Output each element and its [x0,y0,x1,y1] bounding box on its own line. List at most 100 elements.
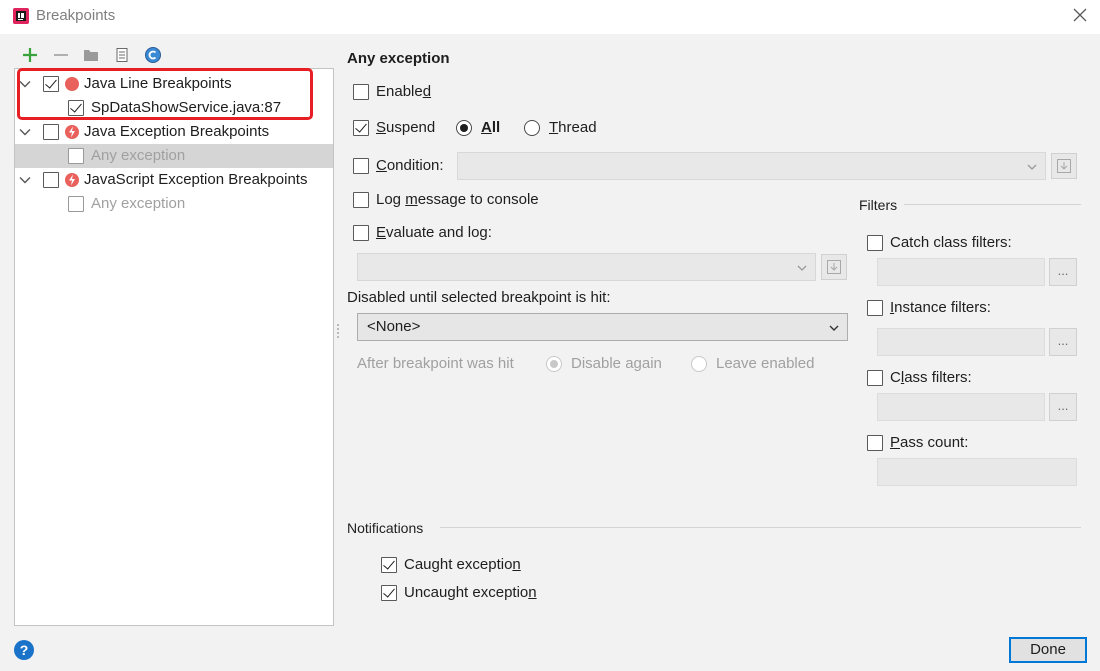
minus-icon [54,54,68,56]
group-by-folder-button[interactable] [82,46,100,64]
tree-group-label: JavaScript Exception Breakpoints [84,171,308,188]
chevron-down-icon [829,325,839,331]
tree-item-any-exception-js[interactable]: Any exception [15,192,333,216]
suspend-label: Suspend [376,119,435,136]
suspend-all-radio[interactable] [456,120,472,136]
disabled-until-select[interactable]: <None> [357,313,848,341]
condition-combo[interactable] [457,152,1046,180]
label-part: essage to console [417,191,539,208]
filters-separator [904,204,1081,205]
label-part: nstance filters: [894,299,991,316]
file-icon [116,48,128,62]
leave-enabled-label: Leave enabled [716,355,815,372]
mnemonic: d [422,83,432,100]
disable-again-radio[interactable] [546,356,562,372]
chevron-down-icon [1027,164,1037,170]
class-filters-browse-button[interactable]: ... [1049,393,1077,421]
leave-enabled-radio[interactable] [691,356,707,372]
log-message-checkbox[interactable] [353,192,369,208]
chevron-down-icon[interactable] [19,174,31,186]
evaluate-expand-button[interactable] [821,254,847,280]
mnemonic: P [890,434,901,451]
label-part: ondition: [386,157,444,174]
class-icon [145,47,161,63]
disabled-until-label: Disabled until selected breakpoint is hi… [347,289,611,306]
expand-editor-icon [1057,159,1071,173]
breakpoint-tree[interactable]: Java Line Breakpoints SpDataShowService.… [14,68,334,626]
title-bar [0,0,1100,34]
suspend-all-label: All [481,119,500,136]
mnemonic: S [376,119,387,136]
tree-item-any-exception-java[interactable]: Any exception [15,144,333,168]
label-part: Log [376,191,406,208]
javascript-exception-group-checkbox[interactable] [43,172,59,188]
exception-breakpoint-icon [65,173,79,187]
annotation-highlight-box [17,68,313,120]
help-button[interactable]: ? [14,640,34,660]
plus-icon [23,48,37,62]
folder-icon [84,50,98,61]
mnemonic: E [376,224,387,241]
suspend-thread-radio[interactable] [524,120,540,136]
evaluate-label: Evaluate and log: [376,224,492,241]
remove-breakpoint-button[interactable] [52,46,70,64]
class-filters-label: Class filters: [890,369,972,386]
chevron-down-icon[interactable] [19,126,31,138]
condition-label: Condition: [376,157,444,174]
mnemonic: n [512,556,521,573]
condition-expand-button[interactable] [1051,153,1077,179]
mnemonic: C [376,157,387,174]
tree-item-label: Any exception [91,147,186,164]
group-by-file-button[interactable] [113,46,131,64]
caught-exception-checkbox[interactable] [381,557,397,573]
mnemonic: n [528,584,537,601]
notifications-heading: Notifications [347,520,424,536]
pass-count-checkbox[interactable] [867,435,883,451]
pass-count-field[interactable] [877,458,1077,486]
disabled-until-value: <None> [367,318,421,335]
label-part: ass count: [900,434,969,451]
after-hit-label: After breakpoint was hit [357,355,514,372]
chevron-down-icon [797,265,807,271]
label-part: Uncaught exceptio [404,584,529,601]
group-by-class-button[interactable] [144,46,162,64]
pass-count-label: Pass count: [890,434,968,451]
details-heading: Any exception [347,50,450,67]
condition-checkbox[interactable] [353,158,369,174]
label-part: C [890,369,901,386]
catch-class-filters-label: Catch class filters: [890,234,1012,251]
enabled-checkbox[interactable] [353,84,369,100]
class-filters-field[interactable] [877,393,1045,421]
instance-filters-browse-button[interactable]: ... [1049,328,1077,356]
uncaught-exception-label: Uncaught exception [404,584,537,601]
done-button[interactable]: Done [1009,637,1087,663]
tree-group-label: Java Exception Breakpoints [84,123,270,140]
instance-filters-checkbox[interactable] [867,300,883,316]
close-icon[interactable] [1072,7,1088,23]
instance-filters-field[interactable] [877,328,1045,356]
filters-heading: Filters [859,197,898,213]
uncaught-exception-checkbox[interactable] [381,585,397,601]
evaluate-checkbox[interactable] [353,225,369,241]
class-filters-checkbox[interactable] [867,370,883,386]
mnemonic: A [481,119,492,136]
evaluate-combo[interactable] [357,253,816,281]
suspend-thread-label: Thread [549,119,597,136]
enabled-label: Enabled [376,83,431,100]
breakpoint-item-checkbox[interactable] [68,196,84,212]
notifications-separator [440,527,1081,528]
splitter-handle[interactable] [336,322,340,340]
add-breakpoint-button[interactable] [21,46,39,64]
tree-item-label: Any exception [91,195,186,212]
catch-class-filters-browse-button[interactable]: ... [1049,258,1077,286]
catch-class-filters-checkbox[interactable] [867,235,883,251]
breakpoint-item-checkbox[interactable] [68,148,84,164]
tree-group-javascript-exception[interactable]: JavaScript Exception Breakpoints [15,168,333,192]
java-exception-group-checkbox[interactable] [43,124,59,140]
label-part: uspend [386,119,436,136]
catch-class-filters-field[interactable] [877,258,1045,286]
label-part: Caught exceptio [404,556,513,573]
suspend-checkbox[interactable] [353,120,369,136]
caught-exception-label: Caught exception [404,556,521,573]
tree-group-java-exception[interactable]: Java Exception Breakpoints [15,120,333,144]
